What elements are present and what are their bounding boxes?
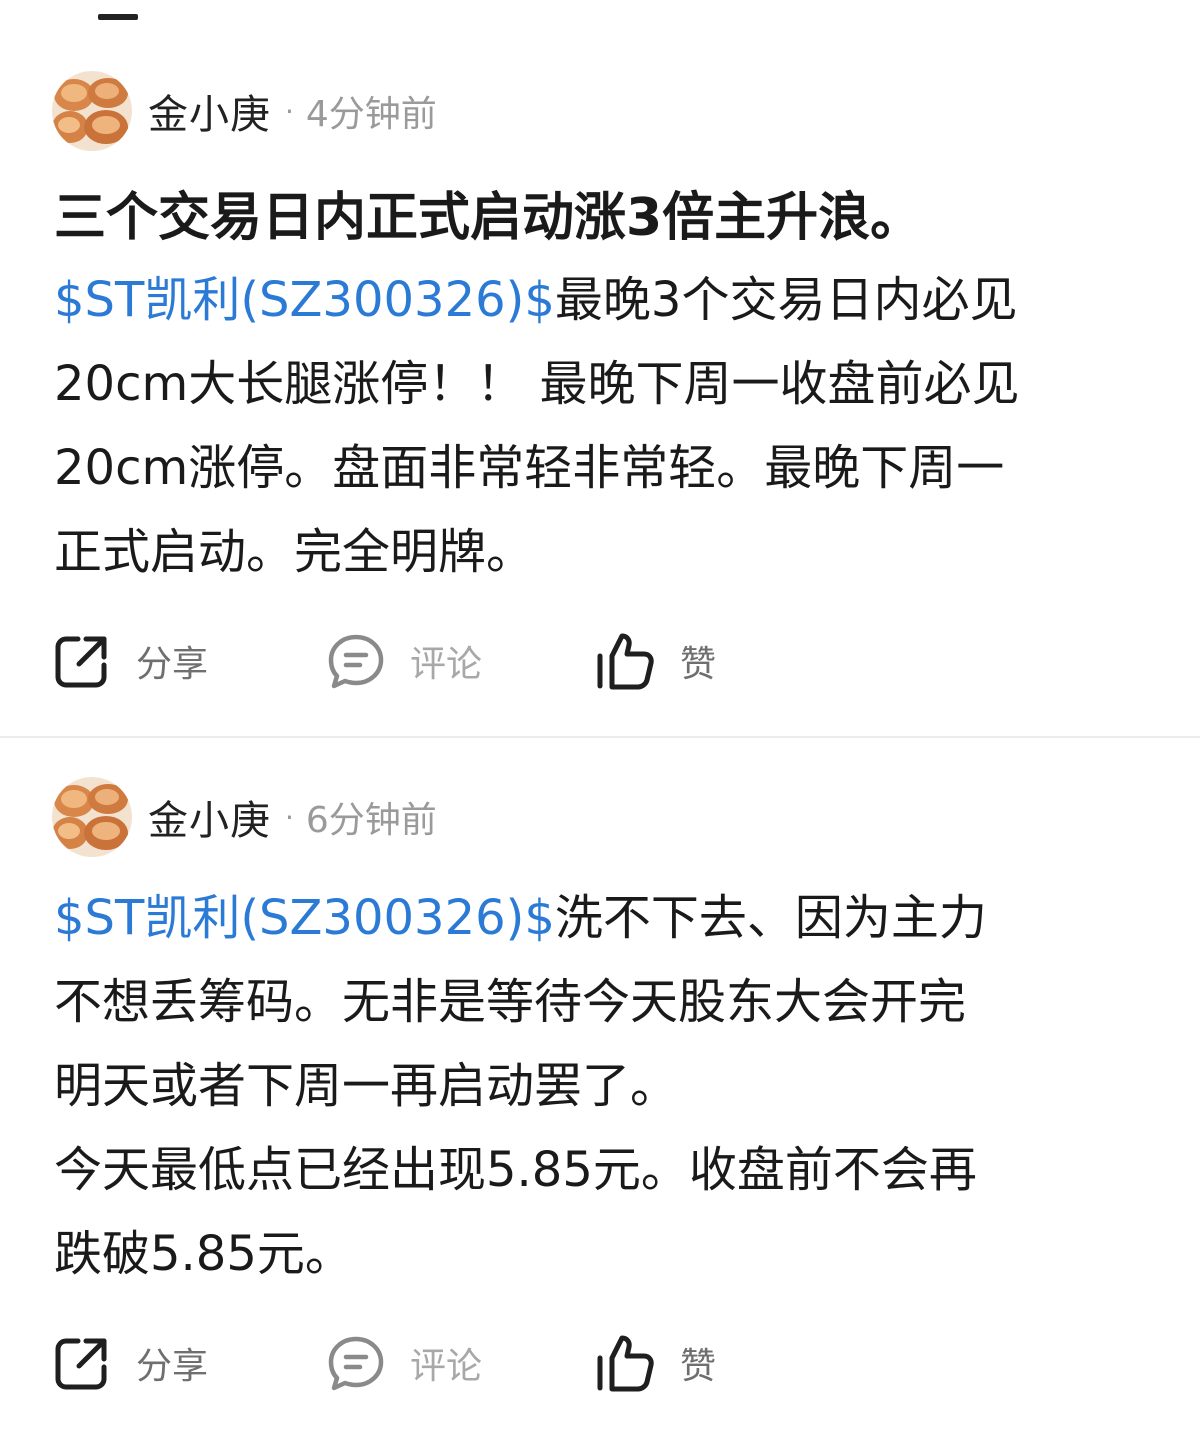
post-time: 6分钟前 xyxy=(305,800,437,841)
thumbs-up-icon xyxy=(594,1332,656,1394)
post-actions: 分享 评论 赞 xyxy=(52,626,1152,696)
meta-separator: · xyxy=(285,800,294,834)
like-button[interactable]: 赞 xyxy=(594,1328,716,1398)
comment-bubble-icon xyxy=(326,631,386,691)
post-time: 4分钟前 xyxy=(305,94,437,135)
comment-label: 评论 xyxy=(410,644,483,685)
share-label: 分享 xyxy=(136,644,209,685)
author-name[interactable]: 金小庚 xyxy=(148,82,271,140)
post-body-text: 最晚3个交易日内必见 xyxy=(554,272,1018,328)
post-divider xyxy=(0,736,1200,738)
comment-button[interactable]: 评论 xyxy=(326,626,482,696)
post-body-line: 正式启动。完全明牌。 xyxy=(54,524,535,580)
post-body-line: $ST凯利(SZ300326)$最晚3个交易日内必见 xyxy=(54,258,1164,342)
share-button[interactable]: 分享 xyxy=(52,626,208,696)
post-body-line: 今天最低点已经出现5.85元。收盘前不会再 xyxy=(54,1142,977,1198)
like-label: 赞 xyxy=(680,644,717,685)
share-label: 分享 xyxy=(136,1346,209,1387)
stock-tag-link[interactable]: $ST凯利(SZ300326)$ xyxy=(54,890,555,946)
comment-bubble-icon xyxy=(326,1333,386,1393)
post-header: 金小庚 · 4分钟前 xyxy=(52,70,437,152)
like-label: 赞 xyxy=(680,1346,717,1387)
post-body-line: $ST凯利(SZ300326)$洗不下去、因为主力 xyxy=(54,876,1164,960)
avatar[interactable] xyxy=(52,71,132,151)
comment-label: 评论 xyxy=(410,1346,483,1387)
top-handle-bar xyxy=(98,14,138,20)
post-header: 金小庚 · 6分钟前 xyxy=(52,776,437,858)
post-body-line: 不想丢筹码。无非是等待今天股东大会开完 xyxy=(54,974,967,1030)
meta-separator: · xyxy=(285,94,294,128)
post-actions: 分享 评论 赞 xyxy=(52,1328,1152,1398)
post-body-line: 20cm涨停。盘面非常轻非常轻。最晚下周一 xyxy=(54,440,1005,496)
share-out-icon xyxy=(52,1333,112,1393)
thumbs-up-icon xyxy=(594,630,656,692)
post-body-line: 20cm大长腿涨停！！ 最晚下周一收盘前必见 xyxy=(54,356,1020,412)
post-title: 三个交易日内正式启动涨3倍主升浪。 xyxy=(54,188,923,248)
avatar[interactable] xyxy=(52,777,132,857)
like-button[interactable]: 赞 xyxy=(594,626,716,696)
author-name[interactable]: 金小庚 xyxy=(148,788,271,846)
share-button[interactable]: 分享 xyxy=(52,1328,208,1398)
post-body: $ST凯利(SZ300326)$最晚3个交易日内必见 20cm大长腿涨停！！ 最… xyxy=(54,258,1164,594)
post-body-line: 跌破5.85元。 xyxy=(54,1226,353,1282)
post-body-line: 明天或者下周一再启动罢了。 xyxy=(54,1058,679,1114)
post-body-text: 洗不下去、因为主力 xyxy=(554,890,987,946)
stock-tag-link[interactable]: $ST凯利(SZ300326)$ xyxy=(54,272,555,328)
post-body: $ST凯利(SZ300326)$洗不下去、因为主力 不想丢筹码。无非是等待今天股… xyxy=(54,876,1164,1296)
share-out-icon xyxy=(52,631,112,691)
comment-button[interactable]: 评论 xyxy=(326,1328,482,1398)
